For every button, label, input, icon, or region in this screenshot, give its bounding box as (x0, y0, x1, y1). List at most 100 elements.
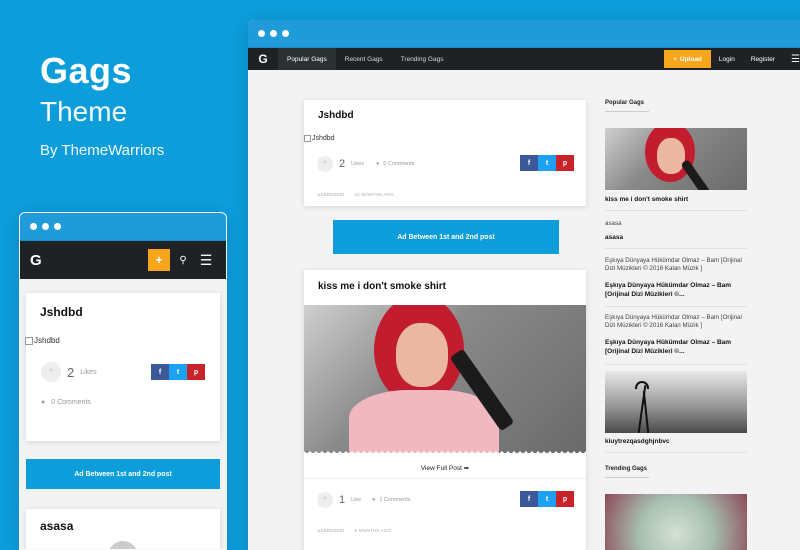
twitter-share-button[interactable]: t (538, 155, 556, 171)
desktop-window: G Popular Gags Recent Gags Trending Gags… (248, 20, 800, 550)
like-button[interactable]: ^ (317, 156, 333, 172)
post-title[interactable]: asasa (40, 519, 73, 533)
post-image-broken: Jshdbd (25, 336, 60, 345)
post-author[interactable]: USERDEMO (317, 528, 345, 533)
image-detail (635, 381, 649, 389)
window-dot (270, 30, 277, 37)
window-dot (30, 223, 37, 230)
comments-count: 0 Comments (51, 399, 91, 406)
sidebar-thumbnail[interactable] (605, 494, 747, 550)
post-thumbnail[interactable] (108, 541, 138, 549)
register-link[interactable]: Register (743, 56, 783, 63)
sidebar-item-title[interactable]: kiss me i don't smoke shirt (605, 196, 747, 205)
comments-count: 1 Comments (379, 497, 411, 503)
login-link[interactable]: Login (711, 56, 743, 63)
brand-title: Gags (40, 50, 133, 91)
upload-plus-button[interactable]: + (148, 249, 170, 271)
comments-count: 0 Comments (383, 161, 415, 167)
post-card: kiss me i don't smoke shirt View Full Po… (304, 270, 586, 550)
post-title[interactable]: Jshdbd (40, 305, 83, 319)
divider (605, 306, 747, 307)
like-button[interactable]: ^ (41, 362, 61, 382)
likes-count: 1 (339, 494, 346, 506)
post-card: Jshdbd Jshdbd ^ 2 Likes ● 0 Comments f t… (304, 100, 586, 206)
comment-icon: ● (41, 399, 46, 406)
image-detail (642, 391, 650, 433)
post-title[interactable]: Jshdbd (318, 110, 354, 121)
comment-icon: ● (376, 161, 380, 167)
divider (605, 452, 747, 453)
ad-banner[interactable]: Ad Between 1st and 2nd post (26, 459, 220, 489)
facebook-share-button[interactable]: f (520, 491, 538, 507)
broken-image-icon (25, 336, 33, 345)
pinterest-share-button[interactable]: p (187, 364, 205, 380)
likes-count: 2 (67, 364, 75, 380)
post-image-broken: Jshdbd (304, 135, 335, 142)
facebook-share-button[interactable]: f (520, 155, 538, 171)
upload-button[interactable]: + Upload (664, 50, 711, 68)
image-wavy-edge (304, 451, 586, 455)
sidebar-image-alt[interactable]: asasa (605, 220, 622, 228)
mobile-navbar: G + ⚲ ☰ (20, 241, 226, 279)
pinterest-share-button[interactable]: p (556, 491, 574, 507)
divider (605, 364, 747, 365)
sidebar-image-alt[interactable]: Eşkıya Dünyaya Hükümdar Olmaz – Bam [Ori… (605, 257, 747, 274)
facebook-share-button[interactable]: f (151, 364, 169, 380)
post-card: Jshdbd Jshdbd ^ 2 Likes f t p ● 0 Commen… (25, 293, 220, 441)
comments-link[interactable]: ● 0 Comments (41, 399, 91, 406)
sidebar-thumbnail[interactable] (605, 128, 747, 190)
broken-image-icon (304, 135, 311, 142)
share-buttons: f t p (151, 364, 205, 380)
sidebar-item-title[interactable]: kiuytrezqasdghjnbvc (605, 438, 747, 447)
post-meta: USERDEMO 6 MONTHS AGO (317, 528, 391, 533)
comments-link[interactable]: ● 1 Comments (372, 497, 411, 503)
site-logo[interactable]: G (30, 252, 148, 269)
window-dot (42, 223, 49, 230)
twitter-share-button[interactable]: t (538, 491, 556, 507)
plus-icon: + (673, 55, 677, 63)
post-card: asasa (26, 509, 220, 549)
like-group: ^ 2 Likes (317, 156, 364, 172)
image-detail (657, 138, 685, 174)
window-dot (282, 30, 289, 37)
window-chrome (20, 213, 226, 241)
tab-trending-gags[interactable]: Trending Gags (392, 48, 453, 70)
sidebar-image-alt[interactable]: Eşkıya Dünyaya Hükümdar Olmaz – Bam [Ori… (605, 314, 747, 331)
ad-banner[interactable]: Ad Between 1st and 2nd post (333, 220, 559, 254)
share-buttons: f t p (520, 491, 574, 507)
divider (605, 248, 747, 249)
divider (304, 478, 586, 479)
image-detail (349, 390, 499, 453)
likes-count: 2 (339, 158, 346, 170)
sidebar-item-title[interactable]: asasa (605, 234, 747, 243)
promo-block: Gags Theme By ThemeWarriors (40, 50, 164, 159)
search-icon[interactable]: ⚲ (170, 255, 196, 266)
pinterest-share-button[interactable]: p (556, 155, 574, 171)
likes-label: Likes (80, 368, 97, 376)
like-button[interactable]: ^ (317, 492, 333, 508)
post-title[interactable]: kiss me i don't smoke shirt (318, 281, 446, 292)
window-chrome (248, 20, 800, 48)
sidebar-item-title[interactable]: Eşkıya Dünyaya Hükümdar Olmaz – Bam [Ori… (605, 282, 747, 300)
twitter-share-button[interactable]: t (169, 364, 187, 380)
post-image[interactable] (304, 305, 586, 453)
window-dot (54, 223, 61, 230)
popular-gags-heading: Popular Gags (605, 100, 649, 112)
post-time: 12 MONTHS AGO (354, 192, 394, 197)
brand-byline: By ThemeWarriors (40, 142, 165, 159)
sidebar-item-title[interactable]: Eşkıya Dünyaya Hükümdar Olmaz – Bam [Ori… (605, 339, 747, 357)
comments-link[interactable]: ● 0 Comments (376, 161, 415, 167)
sidebar-thumbnail[interactable] (605, 371, 747, 433)
post-author[interactable]: USERDEMO (317, 192, 345, 197)
view-full-post-link[interactable]: View Full Post ➦ (304, 464, 586, 472)
menu-icon[interactable]: ☰ (196, 252, 216, 269)
comment-icon: ● (372, 497, 376, 503)
tab-popular-gags[interactable]: Popular Gags (278, 48, 336, 70)
tab-recent-gags[interactable]: Recent Gags (336, 48, 392, 70)
image-detail (396, 323, 448, 387)
site-logo[interactable]: G (248, 48, 278, 70)
brand-subtitle: Theme (40, 96, 128, 127)
like-group: ^ 1 Like (317, 492, 361, 508)
likes-label: Likes (351, 161, 364, 167)
menu-icon[interactable]: ☰ (783, 54, 800, 65)
